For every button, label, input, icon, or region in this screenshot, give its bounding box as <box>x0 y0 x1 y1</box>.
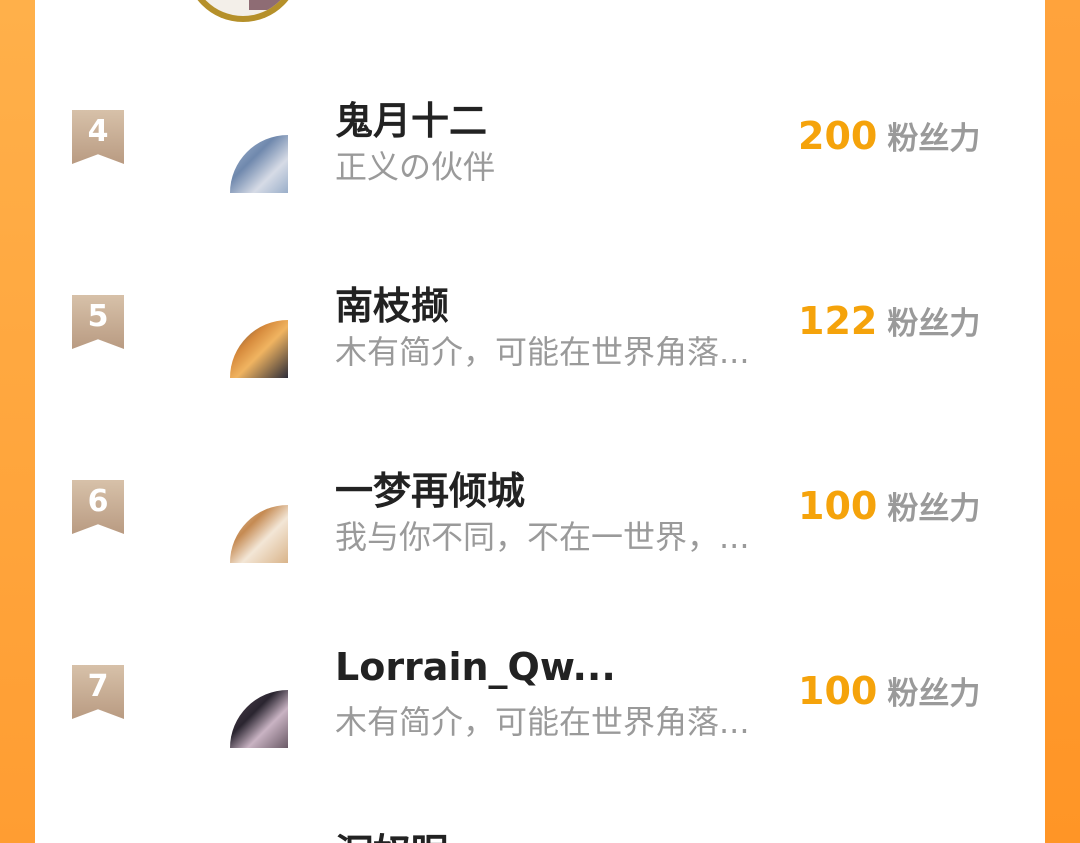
ranking-list: 4 鬼月十二 正义の伙伴 200 粉丝力 5 南枝撷 木有简介，可能在世界角落..… <box>35 0 1045 843</box>
fan-count: 122 <box>798 299 878 343</box>
fan-unit: 粉丝力 <box>887 306 981 342</box>
fan-power: 122 粉丝力 <box>798 298 980 343</box>
avatar[interactable] <box>230 505 288 563</box>
list-item[interactable]: 7 Lorrain_Qw... 木有简介，可能在世界角落... 100 粉丝力 <box>35 635 1045 765</box>
avatar[interactable] <box>185 0 301 22</box>
avatar[interactable] <box>230 690 288 748</box>
fan-unit: 粉丝力 <box>887 676 981 712</box>
list-item[interactable]: 6 一梦再倾城 我与你不同，不在一世界，... 100 粉丝力 <box>35 450 1045 580</box>
fan-unit: 粉丝力 <box>887 121 981 157</box>
fan-power: 200 粉丝力 <box>798 113 980 158</box>
user-bio: 我与你不同，不在一世界，... <box>335 518 750 556</box>
left-frame <box>0 0 35 843</box>
fan-power: 100 粉丝力 <box>798 668 980 713</box>
user-name[interactable]: 沉奴眠 <box>335 822 449 843</box>
user-bio: 木有简介，可能在世界角落... <box>335 333 750 371</box>
rank-badge: 6 <box>72 480 124 534</box>
user-name[interactable]: Lorrain_Qw... <box>335 645 616 689</box>
fan-unit: 粉丝力 <box>887 491 981 527</box>
user-name[interactable]: 一梦再倾城 <box>335 460 525 515</box>
right-frame <box>1045 0 1080 843</box>
rank-badge: 4 <box>72 110 124 164</box>
user-bio: 正义の伙伴 <box>335 148 496 186</box>
user-name[interactable]: 南枝撷 <box>335 275 449 330</box>
rank-badge: 5 <box>72 295 124 349</box>
list-item[interactable]: 5 南枝撷 木有简介，可能在世界角落... 122 粉丝力 <box>35 265 1045 395</box>
avatar[interactable] <box>230 135 288 193</box>
rank-badge: 7 <box>72 665 124 719</box>
fan-count: 200 <box>798 114 878 158</box>
user-bio: 木有简介，可能在世界角落... <box>335 703 750 741</box>
fan-count: 100 <box>798 669 878 713</box>
list-item[interactable]: 4 鬼月十二 正义の伙伴 200 粉丝力 <box>35 80 1045 210</box>
avatar[interactable] <box>230 320 288 378</box>
fan-power: 100 粉丝力 <box>798 483 980 528</box>
user-name[interactable]: 鬼月十二 <box>335 90 487 145</box>
fan-count: 100 <box>798 484 878 528</box>
